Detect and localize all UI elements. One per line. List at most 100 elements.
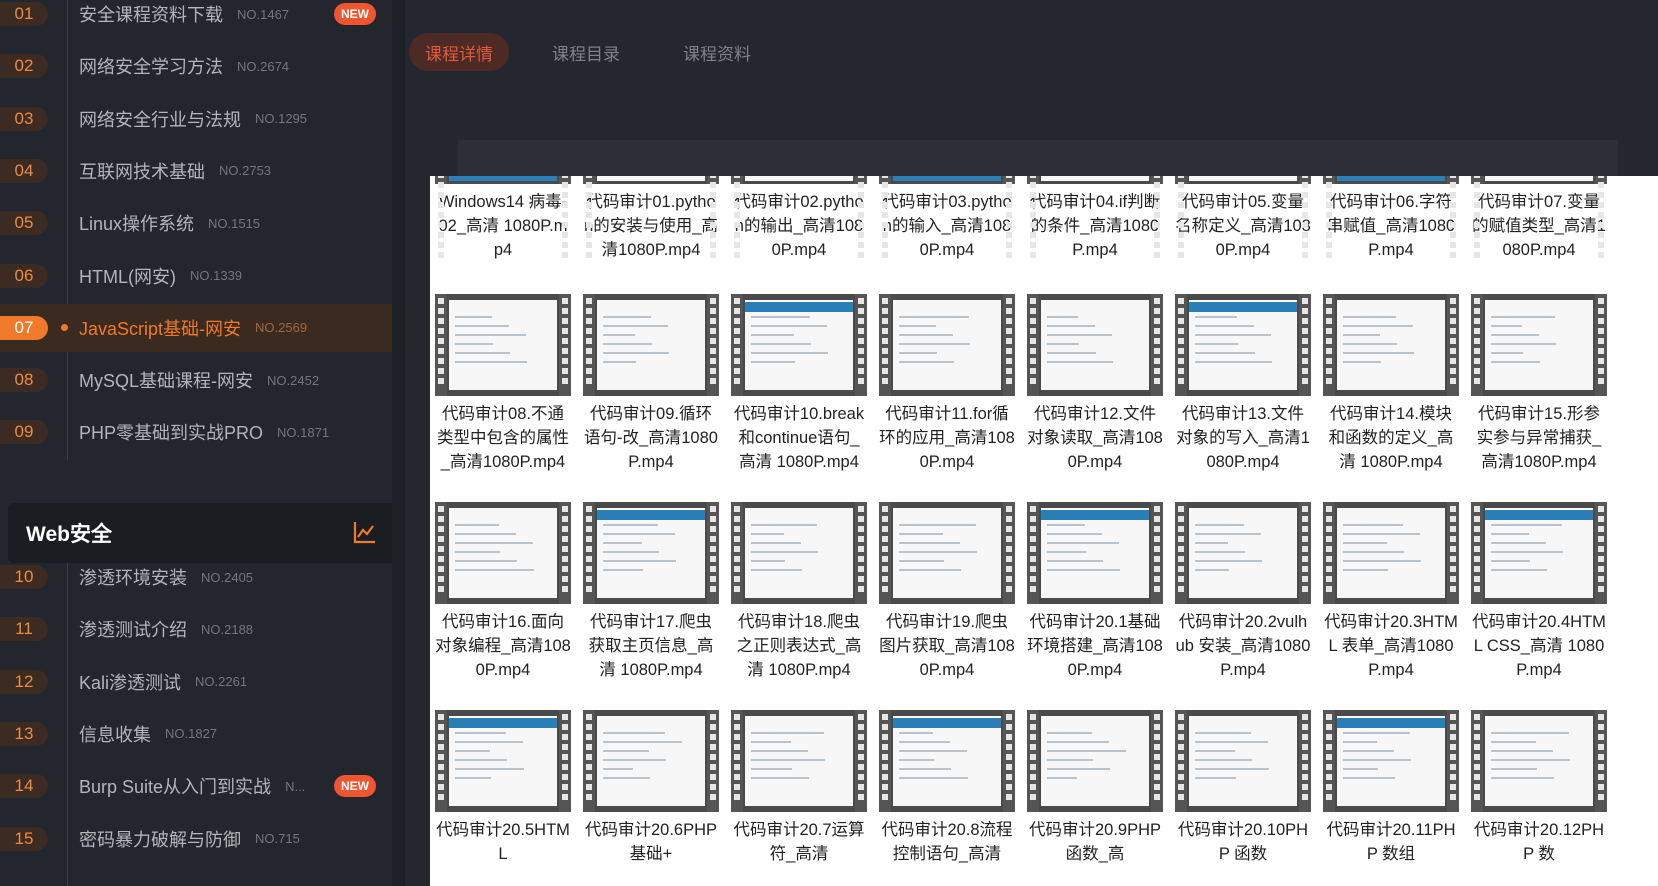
file-name: 代码审计10.break和continue语句_高清 1080P.mp4: [733, 405, 865, 471]
video-file-tile[interactable]: 代码审计20.2vulhub 安装_高清1080P.mp4: [1175, 502, 1311, 682]
video-thumbnail: [879, 502, 1015, 604]
video-file-tile[interactable]: 代码审计01.python的安装与使用_高清1080P.mp4: [583, 176, 719, 262]
video-file-tile[interactable]: 代码审计05.变量名称定义_高清1080P.mp4: [1175, 176, 1311, 262]
video-thumbnail: [879, 294, 1015, 396]
video-thumbnail: [1027, 294, 1163, 396]
video-thumbnail: [583, 710, 719, 812]
sidebar-item-04[interactable]: 04 互联网技术基础 NO.2753: [0, 147, 392, 195]
video-file-tile[interactable]: 代码审计20.8流程控制语句_高清: [879, 710, 1015, 866]
video-file-tile[interactable]: 代码审计12.文件对象读取_高清1080P.mp4: [1027, 294, 1163, 474]
video-thumbnail: [583, 294, 719, 396]
item-title: 网络安全行业与法规: [79, 109, 241, 130]
video-file-tile[interactable]: 代码审计20.6PHP 基础+: [583, 710, 719, 866]
item-title: 渗透环境安装: [79, 568, 187, 588]
section-title: Web安全: [26, 523, 112, 546]
item-title: 网络安全学习方法: [79, 57, 223, 78]
video-thumbnail: [435, 176, 571, 258]
tab-course-materials[interactable]: 课程资料: [667, 33, 767, 71]
item-number: 01: [0, 2, 48, 26]
item-title: HTML(网安): [79, 266, 176, 287]
sidebar-item-12[interactable]: 12 Kali渗透测试 NO.2261: [0, 658, 392, 706]
item-title: Burp Suite从入门到实战: [79, 777, 272, 798]
sidebar-item-14[interactable]: 14 Burp Suite从入门到实战 N... NEW: [0, 762, 392, 810]
item-view-count: NO.2674: [237, 58, 290, 74]
video-file-tile[interactable]: 代码审计18.爬虫之正则表达式_高清 1080P.mp4: [731, 502, 867, 682]
video-file-tile[interactable]: 代码审计20.7运算符_高清: [731, 710, 867, 866]
item-view-count: NO.2569: [255, 320, 308, 336]
file-name: 代码审计06.字符串赋值_高清1080P.mp4: [1326, 193, 1456, 259]
video-thumbnail: [1027, 176, 1163, 258]
file-name: 代码审计20.1基础环境搭建_高清1080P.mp4: [1027, 613, 1163, 679]
item-title: Kali渗透测试: [79, 672, 182, 693]
video-file-tile[interactable]: 代码审计20.11PHP 数组: [1323, 710, 1459, 866]
video-thumbnail: [1471, 176, 1607, 258]
item-view-count: NO.2188: [201, 621, 254, 637]
item-view-count: NO.1467: [237, 6, 290, 22]
item-number: 07: [0, 315, 48, 340]
new-badge: NEW: [334, 3, 376, 25]
video-file-tile[interactable]: 代码审计07.变量的赋值类型_高清1080P.mp4: [1471, 176, 1607, 262]
file-name: 代码审计08.不通类型中包含的属性_高清1080P.mp4: [437, 405, 569, 471]
sidebar-item-07[interactable]: 07 JavaScript基础-网安 NO.2569: [0, 303, 392, 352]
video-file-tile[interactable]: 代码审计20.4HTML CSS_高清 1080P.mp4: [1471, 502, 1607, 682]
video-file-tile[interactable]: 代码审计08.不通类型中包含的属性_高清1080P.mp4: [435, 294, 571, 474]
video-file-tile[interactable]: 代码审计16.面向对象编程_高清1080P.mp4: [435, 502, 571, 682]
sidebar-item-05[interactable]: 05 Linux操作系统 NO.1515: [0, 199, 392, 247]
video-file-tile[interactable]: 代码审计19.爬虫图片获取_高清1080P.mp4: [879, 502, 1015, 682]
video-file-tile[interactable]: Windows14 病毒-02_高清 1080P.mp4: [435, 176, 571, 262]
file-name: 代码审计20.3HTML 表单_高清1080P.mp4: [1324, 613, 1458, 679]
video-file-tile[interactable]: 代码审计11.for循环的应用_高清1080P.mp4: [879, 294, 1015, 474]
item-view-count: N...: [285, 778, 306, 794]
video-file-tile[interactable]: 代码审计15.形参实参与异常捕获_高清1080P.mp4: [1471, 294, 1607, 474]
item-title: PHP零基础到实战PRO: [79, 423, 264, 444]
video-file-tile[interactable]: 代码审计04.if判断的条件_高清1080P.mp4: [1027, 176, 1163, 262]
file-name: 代码审计20.9PHP 函数_高: [1028, 821, 1162, 863]
video-file-tile[interactable]: 代码审计20.9PHP 函数_高: [1027, 710, 1163, 866]
sidebar-item-09[interactable]: 09 PHP零基础到实战PRO NO.1871: [0, 408, 392, 456]
sidebar-item-02[interactable]: 02 网络安全学习方法 NO.2674: [0, 42, 392, 90]
video-file-tile[interactable]: 代码审计20.5HTML: [435, 710, 571, 866]
video-thumbnail: [1323, 710, 1459, 812]
sidebar-item-03[interactable]: 03 网络安全行业与法规 NO.1295: [0, 95, 392, 143]
file-grid-panel: Windows14 病毒-02_高清 1080P.mp4 代码审计01.pytho…: [430, 176, 1658, 886]
item-number: 15: [0, 826, 48, 851]
item-number: 10: [0, 565, 48, 589]
file-name: 代码审计12.文件对象读取_高清1080P.mp4: [1027, 405, 1163, 471]
sidebar-item-13[interactable]: 13 信息收集 NO.1827: [0, 710, 392, 758]
sidebar-item-01[interactable]: 01 安全课程资料下载 NO.1467 NEW: [0, 0, 392, 38]
video-thumbnail: [1175, 294, 1311, 396]
video-thumbnail: [1323, 502, 1459, 604]
sidebar-item-10[interactable]: 10 渗透环境安装 NO.2405: [0, 553, 392, 601]
video-file-tile[interactable]: 代码审计20.1基础环境搭建_高清1080P.mp4: [1027, 502, 1163, 682]
sidebar-item-15[interactable]: 15 密码暴力破解与防御 NO.715: [0, 815, 392, 863]
video-thumbnail: [583, 176, 719, 258]
video-file-tile[interactable]: 代码审计06.字符串赋值_高清1080P.mp4: [1323, 176, 1459, 262]
file-name: 代码审计13.文件对象的写入_高清1080P.mp4: [1176, 405, 1310, 471]
video-file-tile[interactable]: 代码审计20.3HTML 表单_高清1080P.mp4: [1323, 502, 1459, 682]
file-name: 代码审计01.python的安装与使用_高清1080P.mp4: [584, 193, 718, 259]
video-file-tile[interactable]: 代码审计13.文件对象的写入_高清1080P.mp4: [1175, 294, 1311, 474]
tab-course-catalog[interactable]: 课程目录: [536, 33, 636, 71]
video-file-tile[interactable]: 代码审计20.10PHP 函数: [1175, 710, 1311, 866]
video-thumbnail: [435, 294, 571, 396]
tab-course-details[interactable]: 课程详情: [409, 33, 509, 71]
file-name: 代码审计18.爬虫之正则表达式_高清 1080P.mp4: [736, 613, 862, 679]
video-file-tile[interactable]: 代码审计02.python的输出_高清1080P.mp4: [731, 176, 867, 262]
video-file-tile[interactable]: 代码审计03.python的输入_高清1080P.mp4: [879, 176, 1015, 262]
video-file-tile[interactable]: 代码审计14.模块和函数的定义_高清 1080P.mp4: [1323, 294, 1459, 474]
item-number: 14: [0, 774, 48, 799]
file-name: 代码审计20.8流程控制语句_高清: [881, 821, 1013, 863]
chart-line-icon[interactable]: [352, 519, 378, 550]
file-name: 代码审计20.10PHP 函数: [1177, 821, 1309, 863]
sidebar-item-08[interactable]: 08 MySQL基础课程-网安 NO.2452: [0, 356, 392, 404]
sidebar-item-11[interactable]: 11 渗透测试介绍 NO.2188: [0, 605, 392, 653]
file-name: 代码审计02.python的输出_高清1080P.mp4: [734, 193, 864, 259]
item-view-count: NO.2452: [267, 372, 320, 388]
file-name: 代码审计14.模块和函数的定义_高清 1080P.mp4: [1328, 405, 1454, 471]
video-file-tile[interactable]: 代码审计17.爬虫获取主页信息_高清 1080P.mp4: [583, 502, 719, 682]
video-file-tile[interactable]: 代码审计20.12PHP 数: [1471, 710, 1607, 866]
video-file-tile[interactable]: 代码审计10.break和continue语句_高清 1080P.mp4: [731, 294, 867, 474]
video-file-tile[interactable]: 代码审计09.循环语句-改_高清1080P.mp4: [583, 294, 719, 474]
video-thumbnail: [1323, 294, 1459, 396]
sidebar-item-06[interactable]: 06 HTML(网安) NO.1339: [0, 252, 392, 300]
